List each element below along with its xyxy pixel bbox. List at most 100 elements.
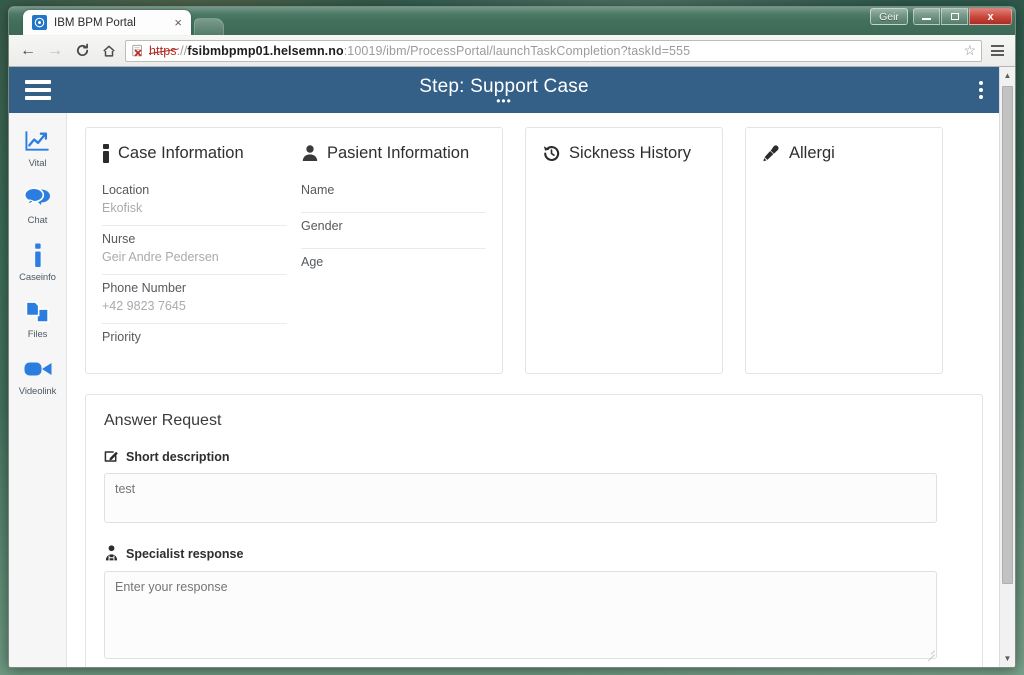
syringe-icon [762,144,781,163]
field-label: Phone Number [102,280,187,295]
form-label-text: Short description [126,449,230,464]
field-label: Age [301,254,324,269]
field-label: Priority [102,329,141,344]
sickness-history-card: Sickness History [525,126,723,374]
field-location: Location Ekofisk [102,177,287,226]
short-description-wrap [104,472,937,540]
maximize-button[interactable] [941,8,968,25]
field-value [301,235,486,241]
field-label: Nurse [102,231,136,246]
cards-row: Case Information Location Ekofisk Nurse … [85,126,983,374]
field-name: Name [301,177,486,213]
tab-strip: IBM BPM Portal × Geir x [9,7,1015,36]
panel-title: Answer Request [104,411,222,429]
edit-pencil-icon [104,448,119,466]
app-sidebar: Vital Chat Caseinfo Files Videolink [9,112,67,667]
minimize-button[interactable] [913,8,940,25]
card-header: Pasient Information [301,144,486,163]
chat-bubbles-icon [22,184,54,213]
info-bold-icon [102,143,110,163]
field-value [102,346,287,352]
field-value [301,199,486,205]
reload-icon[interactable] [71,40,93,62]
url-port: :10019 [343,43,383,58]
pasient-information-column: Pasient Information Name Gender Age [301,144,486,359]
sidebar-item-caseinfo[interactable]: Caseinfo [9,241,66,283]
case-information-column: Case Information Location Ekofisk Nurse … [102,143,287,359]
allergi-body [762,177,926,347]
sidebar-item-label: Vital [28,157,47,169]
field-nurse: Nurse Geir Andre Pedersen [102,226,287,275]
scroll-down-icon[interactable]: ▼ [999,650,1015,667]
short-description-input[interactable] [104,472,937,523]
page-scrollbar[interactable]: ▲ ▼ [999,66,1015,667]
forward-icon[interactable]: → [44,40,66,62]
sidebar-item-label: Chat [27,214,48,226]
field-value: Ekofisk [102,200,143,215]
sidebar-item-vital[interactable]: Vital [9,127,66,169]
window-controls: Geir x [870,8,1012,25]
history-icon [542,144,561,163]
web-page: Step: Support Case ••• Vital Chat Casein… [9,66,999,667]
field-phone-number: Phone Number +42 9823 7645 [102,275,287,324]
doctor-icon [104,545,119,564]
sidebar-item-files[interactable]: Files [9,298,66,340]
scroll-up-icon[interactable]: ▲ [999,66,1015,84]
chrome-menu-icon[interactable] [987,40,1007,62]
broken-certificate-icon[interactable] [131,44,145,58]
url-host: fsibmbpmp01.helsemn.no [187,43,344,58]
field-age: Age [301,249,486,284]
url-scheme: https [149,43,177,58]
address-bar[interactable]: https://fsibmbpmp01.helsemn.no:10019/ibm… [125,39,982,62]
sidebar-item-label: Videolink [18,385,57,397]
url-path: /ibm/ProcessPortal/launchTaskCompletion?… [382,43,691,58]
tab-title: IBM BPM Portal [54,16,136,29]
scrollbar-track[interactable] [1000,84,1015,650]
specialist-response-label: Specialist response [104,545,964,564]
answer-request-panel: Answer Request Short description test Sp… [85,393,983,667]
card-title: Pasient Information [327,143,470,162]
card-title: Allergi [789,143,835,162]
field-label: Gender [301,218,343,233]
title-dots: ••• [496,93,512,108]
scrollbar-thumb[interactable] [1002,85,1013,585]
bookmark-star-icon[interactable]: ☆ [959,42,976,59]
field-label: Location [102,182,150,197]
url-text: https://fsibmbpmp01.helsemn.no:10019/ibm… [149,44,690,58]
form-label-text: Specialist response [126,547,244,562]
specialist-response-wrap [104,570,937,659]
hamburger-icon[interactable] [25,79,51,100]
card-title: Sickness History [569,143,691,162]
new-tab-button[interactable] [194,18,224,36]
field-value: +42 9823 7645 [102,298,186,313]
short-description-label: Short description [104,448,964,466]
back-icon[interactable]: ← [17,40,39,62]
home-icon[interactable] [98,40,120,62]
app-header: Step: Support Case ••• [9,66,999,113]
browser-toolbar: ← → https://fsibmbpmp01.helsemn.no:10019… [9,35,1015,67]
window-button-group: x [913,8,1012,25]
card-header: Sickness History [542,144,706,163]
info-icon [22,241,54,270]
page-title: Step: Support Case [419,75,589,97]
tab-close-icon[interactable]: × [172,16,184,29]
sidebar-item-videolink[interactable]: Videolink [9,355,66,397]
card-title: Case Information [118,143,244,162]
field-priority: Priority [102,324,287,359]
field-value [301,271,486,277]
browser-tab[interactable]: IBM BPM Portal × [23,10,191,36]
user-icon [301,144,319,162]
page-viewport: Step: Support Case ••• Vital Chat Casein… [9,66,1015,667]
user-account-button[interactable]: Geir [870,8,908,25]
chart-line-icon [22,127,54,156]
case-information-card: Case Information Location Ekofisk Nurse … [85,126,503,374]
kebab-menu-icon[interactable] [979,80,983,99]
app-body: Vital Chat Caseinfo Files Videolink Case… [9,112,999,667]
card-header: Allergi [762,144,926,163]
field-label: Name [301,182,335,197]
card-header: Case Information [102,143,287,163]
close-button[interactable]: x [969,8,1012,25]
app-title-wrap: Step: Support Case ••• [9,67,999,113]
specialist-response-input[interactable] [104,570,937,659]
sidebar-item-chat[interactable]: Chat [9,184,66,226]
